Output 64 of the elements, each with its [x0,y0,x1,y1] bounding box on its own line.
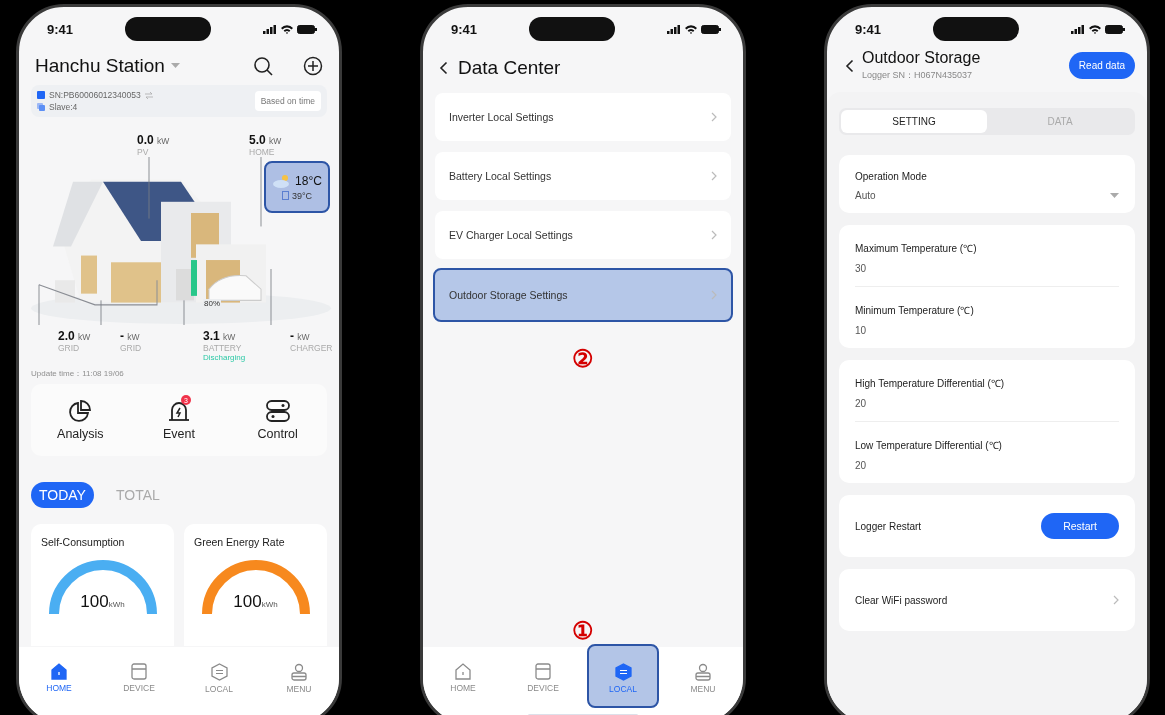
serial-number: SN:PB60006012340053 [49,90,141,100]
page-title: Outdoor Storage [862,49,981,67]
restart-button[interactable]: Restart [1041,513,1119,539]
setting-label: Clear WiFi password [855,594,948,606]
action-button[interactable]: Analysis [31,398,130,442]
page-title: Data Center [458,57,561,79]
nav-tab[interactable]: DEVICE [103,657,175,713]
gauge-value: 100kWh [232,592,279,612]
home-power-value: 5.0 kW [249,133,283,147]
status-time: 9:41 [451,21,478,37]
mode-button[interactable]: Based on time [254,91,321,111]
settings-list-item[interactable]: Inverter Local Settings [435,93,731,141]
pv-power-value: 0.0 kW [137,133,171,147]
nav-tab[interactable]: HOME [23,657,95,713]
nav-tab[interactable]: DEVICE [507,657,579,713]
nav-tab[interactable]: LOCAL [183,657,255,713]
flow-label: CHARGER [290,343,333,353]
step-marker: ② [571,344,595,373]
input-value[interactable]: 10 [855,325,867,336]
flow-label: HOME [249,147,276,157]
battery-power-value: 3.1 kW [203,329,237,343]
grid-power-value: 2.0 kW [58,329,92,343]
segment-tab[interactable]: SETTING [841,110,987,133]
read-data-button[interactable]: Read data [1068,52,1135,79]
status-time: 9:41 [855,21,882,37]
input-value[interactable]: 20 [855,398,867,409]
indoor-temperature: 39°C [291,190,313,201]
grid-power-value: - kW [120,329,141,343]
outdoor-temperature: 18°C [295,173,322,188]
slave-count: Slave:4 [49,102,78,112]
station-title[interactable]: Hanchu Station [35,55,165,77]
nav-tab[interactable]: HOME [427,657,499,713]
gauge-value: 100kWh [79,592,126,612]
step-marker: ① [571,617,595,646]
action-button[interactable]: Control [228,398,327,442]
weather-widget[interactable]: 18°C 39°C [264,161,330,213]
field-label: Maximum Temperature (℃) [855,242,978,255]
flow-label: GRID [58,343,81,353]
settings-list-item[interactable]: Outdoor Storage Settings [433,268,733,322]
nav-tab[interactable]: MENU [667,657,739,713]
settings-card[interactable]: Clear WiFi password [839,569,1135,631]
period-tab[interactable]: TODAY [31,482,94,508]
field-label: Low Temperature Differential (℃) [855,439,1003,452]
field-label: High Temperature Differential (℃) [855,377,1006,390]
nav-tab[interactable]: MENU [263,657,335,713]
setting-label: Logger Restart [855,520,922,532]
field-label: Operation Mode [855,171,928,182]
flow-label: PV [137,147,150,157]
update-time: Update time：11:08 19/06 [31,368,125,380]
settings-list-item[interactable]: Battery Local Settings [435,152,731,200]
flow-status: Discharging [203,353,247,362]
input-value[interactable]: 20 [855,460,867,471]
field-label: Minimum Temperature (℃) [855,304,975,317]
flow-label: BATTERY [203,343,243,353]
flow-label: GRID [120,343,143,353]
dropdown-value[interactable]: Auto [855,190,876,201]
logger-serial: Logger SN：H067N435037 [862,69,974,82]
status-time: 9:41 [47,21,74,37]
stat-title: Green Energy Rate [194,536,285,550]
settings-list-item[interactable]: EV Charger Local Settings [435,211,731,259]
input-value[interactable]: 30 [855,263,867,274]
charger-power-value: - kW [290,329,311,343]
battery-soc: 80% [203,299,221,308]
stat-title: Self-Consumption [41,536,125,550]
